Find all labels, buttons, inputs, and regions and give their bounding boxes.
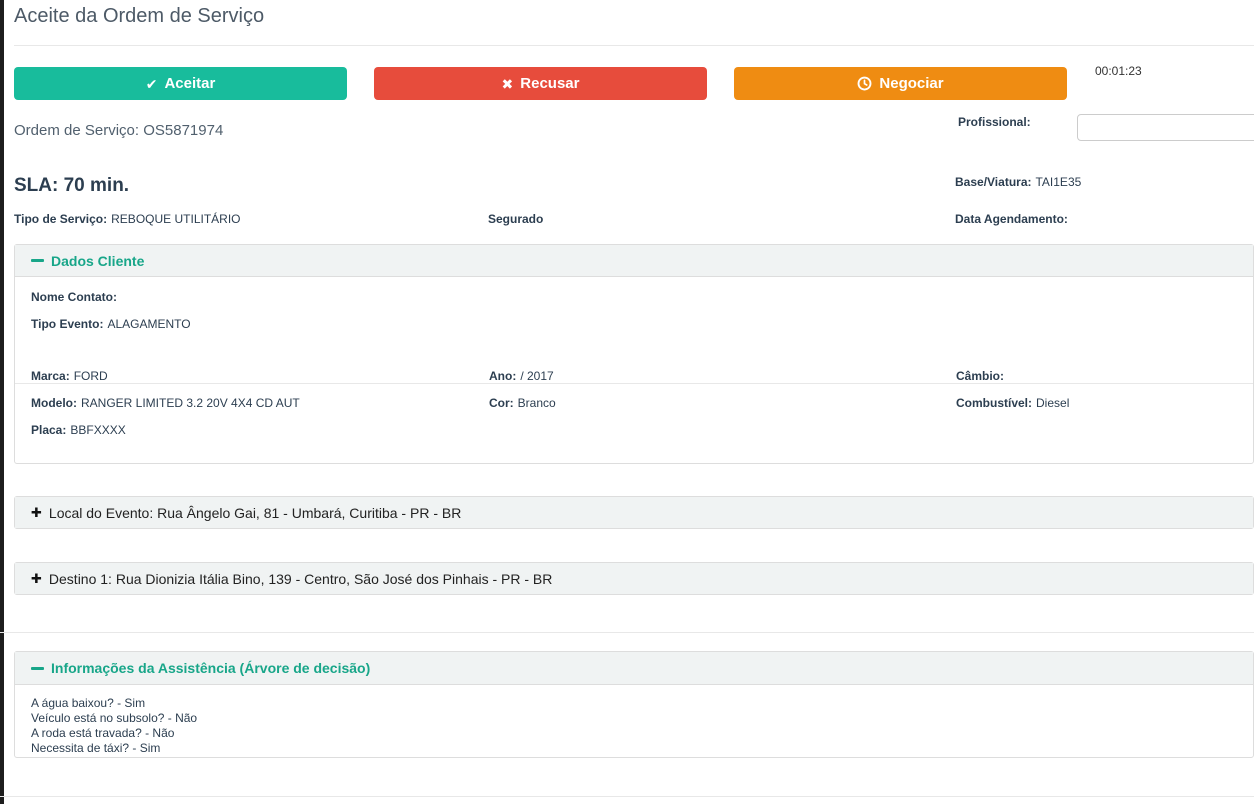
dados-cliente-header[interactable]: Dados Cliente xyxy=(15,245,1253,277)
destino1-header[interactable]: ✚ Destino 1: Rua Dionizia Itália Bino, 1… xyxy=(15,563,1253,594)
minus-icon xyxy=(31,259,44,262)
accept-button[interactable]: ✔ Aceitar xyxy=(14,67,347,100)
placa-field: Placa: BBFXXXX xyxy=(31,423,126,437)
decision-line: Necessita de táxi? - Sim xyxy=(31,741,161,755)
assistencia-panel: Informações da Assistência (Árvore de de… xyxy=(14,651,1254,758)
destino1-panel: ✚ Destino 1: Rua Dionizia Itália Bino, 1… xyxy=(14,562,1254,595)
cor-field: Cor: Branco xyxy=(489,396,556,410)
professional-label: Profissional: xyxy=(958,115,1031,129)
local-evento-header[interactable]: ✚ Local do Evento: Rua Ângelo Gai, 81 - … xyxy=(15,497,1253,528)
decision-line: Veículo está no subsolo? - Não xyxy=(31,711,198,725)
cambio-field: Câmbio: xyxy=(956,369,1004,383)
refuse-button-label: Recusar xyxy=(520,75,580,92)
segurado-label: Segurado xyxy=(488,212,544,226)
assistencia-title: Informações da Assistência (Árvore de de… xyxy=(51,660,371,676)
data-agendamento: Data Agendamento: xyxy=(955,212,1068,226)
order-number: Ordem de Serviço: OS5871974 xyxy=(14,122,224,139)
client-vehicle-divider xyxy=(15,383,1253,384)
accept-button-label: Aceitar xyxy=(164,75,216,92)
dados-cliente-body: Nome Contato: Tipo Evento: ALAGAMENTO Mar… xyxy=(15,277,1253,464)
marca-field: Marca: FORD xyxy=(31,369,108,383)
window-edge-strip xyxy=(0,0,4,804)
bottom-divider xyxy=(0,796,1254,797)
local-evento-panel: ✚ Local do Evento: Rua Ângelo Gai, 81 - … xyxy=(14,496,1254,529)
sla-text: SLA: 70 min. xyxy=(14,175,130,196)
plus-icon: ✚ xyxy=(31,570,42,586)
base-viatura: Base/Viatura: TAI1E35 xyxy=(955,175,1082,189)
assistencia-body: A água baixou? - Sim Veículo está no sub… xyxy=(15,685,1253,756)
dados-cliente-panel: Dados Cliente Nome Contato: Tipo Evento:… xyxy=(14,244,1254,464)
ano-field: Ano:/ 2017 xyxy=(489,369,554,383)
minus-icon xyxy=(31,666,44,670)
negotiate-button[interactable]: Negociar xyxy=(734,67,1067,100)
decision-line: A água baixou? - Sim xyxy=(31,696,146,710)
assistencia-header[interactable]: Informações da Assistência (Árvore de de… xyxy=(15,652,1253,685)
refuse-button[interactable]: ✖ Recusar xyxy=(374,67,707,100)
check-icon: ✔ xyxy=(145,75,158,92)
clock-icon xyxy=(857,76,872,91)
decision-line: A roda está travada? - Não xyxy=(31,726,175,740)
title-divider xyxy=(14,45,1254,46)
destino1-title: Destino 1: Rua Dionizia Itália Bino, 139… xyxy=(48,570,553,587)
dados-cliente-title: Dados Cliente xyxy=(51,252,145,269)
combustivel-field: Combustível: Diesel xyxy=(956,396,1070,410)
plus-icon: ✚ xyxy=(31,504,42,520)
page-title: Aceite da Ordem de Serviço xyxy=(14,5,265,27)
local-evento-title: Local do Evento: Rua Ângelo Gai, 81 - Um… xyxy=(48,504,462,521)
nome-contato-field: Nome Contato: xyxy=(31,290,117,304)
x-icon: ✖ xyxy=(501,75,514,92)
negotiate-button-label: Negociar xyxy=(879,75,944,92)
tipo-servico: Tipo de Serviço: REBOQUE UTILITÁRIO xyxy=(14,212,241,226)
section-divider xyxy=(0,632,1254,633)
professional-input[interactable] xyxy=(1077,114,1254,141)
service-order-accept-page: Aceite da Ordem de Serviço ✔ Aceitar ✖ R… xyxy=(0,0,1254,804)
countdown-timer: 00:01:23 xyxy=(1095,64,1142,78)
tipo-evento-field: Tipo Evento: ALAGAMENTO xyxy=(31,317,191,331)
modelo-field: Modelo: RANGER LIMITED 3.2 20V 4X4 CD AUT xyxy=(31,396,300,410)
